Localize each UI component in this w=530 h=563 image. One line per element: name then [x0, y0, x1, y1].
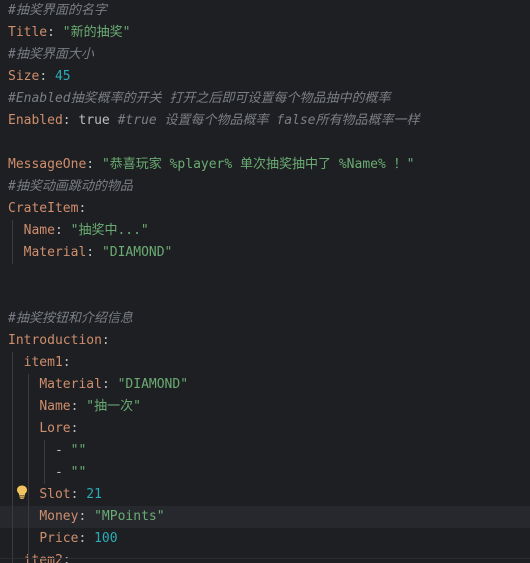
number-value: 21: [86, 487, 102, 502]
code-line[interactable]: - "": [8, 462, 530, 484]
yaml-key: Size: [8, 69, 40, 84]
code-line[interactable]: Name: "抽奖中...": [8, 220, 530, 242]
code-comment: #抽奖按钮和介绍信息: [8, 311, 133, 326]
yaml-key: Material: [39, 377, 102, 392]
code-text: :: [70, 487, 87, 502]
yaml-key: Money: [39, 509, 79, 524]
editor-gutter: [0, 0, 6, 563]
code-line[interactable]: item1:: [8, 352, 530, 374]
yaml-key: CrateItem: [8, 201, 79, 216]
yaml-key: Introduction: [8, 333, 102, 348]
code-line[interactable]: Size: 45: [8, 66, 530, 88]
code-line[interactable]: #抽奖界面的名字: [8, 0, 530, 22]
code-text: :: [54, 223, 71, 238]
code-line[interactable]: [8, 264, 530, 286]
yaml-key: Lore: [39, 421, 71, 436]
code-line[interactable]: Enabled: true #true 设置每个物品概率 false所有物品概率…: [8, 110, 530, 132]
code-comment: #true 设置每个物品概率 false所有物品概率一样: [117, 113, 420, 128]
string-value: "": [70, 443, 87, 458]
code-editor[interactable]: #抽奖界面的名字 Title: "新的抽奖" #抽奖界面大小 Size: 45 #Ena…: [0, 0, 530, 563]
yaml-key: MessageOne: [8, 157, 87, 172]
yaml-key: Title: [8, 25, 48, 40]
string-value: "抽一次": [86, 399, 141, 414]
boolean-value: true: [78, 113, 110, 128]
code-line[interactable]: - "": [8, 440, 530, 462]
indent-guide: [12, 220, 13, 264]
code-text: :: [39, 69, 55, 84]
yaml-key: Material: [23, 245, 87, 260]
code-line[interactable]: Material: "DIAMOND": [8, 242, 530, 264]
code-text: :: [70, 399, 87, 414]
code-lines[interactable]: #抽奖界面的名字 Title: "新的抽奖" #抽奖界面大小 Size: 45 #Ena…: [0, 0, 530, 563]
code-line[interactable]: Slot: 21: [8, 484, 530, 506]
yaml-key: Name: [39, 399, 71, 414]
code-line[interactable]: Name: "抽一次": [8, 396, 530, 418]
string-value: "MPoints": [94, 509, 165, 524]
code-text: :: [86, 245, 102, 260]
string-value: "DIAMOND": [117, 377, 189, 392]
code-line[interactable]: Money: "MPoints": [0, 506, 530, 528]
code-text: :: [101, 333, 110, 348]
lightbulb-icon[interactable]: [16, 485, 28, 499]
code-comment: #抽奖界面的名字: [8, 3, 107, 18]
code-comment: #抽奖界面大小: [8, 47, 94, 62]
code-text: :: [62, 113, 79, 128]
code-line[interactable]: Price: 100: [8, 528, 530, 550]
string-value: "": [70, 465, 87, 480]
code-text: :: [78, 531, 95, 546]
code-line[interactable]: CrateItem:: [8, 198, 530, 220]
string-value: "DIAMOND": [101, 245, 173, 260]
yaml-key: Enabled: [8, 113, 63, 128]
code-text: -: [8, 443, 71, 458]
code-text: -: [8, 465, 71, 480]
string-value: "新的抽奖": [62, 25, 131, 40]
code-line[interactable]: #Enabled抽奖概率的开关 打开之后即可设置每个物品抽中的概率: [8, 88, 530, 110]
string-value: "抽奖中...": [70, 223, 149, 238]
code-text: :: [78, 201, 87, 216]
code-line[interactable]: [8, 286, 530, 308]
code-line[interactable]: Lore:: [8, 418, 530, 440]
code-text: :: [70, 421, 79, 436]
yaml-key: item1: [23, 355, 63, 370]
code-line[interactable]: [8, 132, 530, 154]
code-text: :: [47, 25, 63, 40]
code-line[interactable]: item2:: [8, 550, 530, 563]
code-line[interactable]: #抽奖动画跳动的物品: [8, 176, 530, 198]
code-line[interactable]: Material: "DIAMOND": [8, 374, 530, 396]
editor-bottom-border: [0, 558, 530, 559]
indent-guide: [44, 440, 45, 484]
code-line[interactable]: Introduction:: [8, 330, 530, 352]
number-value: 45: [54, 69, 71, 84]
string-value: "恭喜玩家 %player% 单次抽奖抽中了 %Name% ！": [101, 157, 415, 172]
yaml-key: Name: [23, 223, 55, 238]
code-line[interactable]: MessageOne: "恭喜玩家 %player% 单次抽奖抽中了 %Name…: [8, 154, 530, 176]
yaml-key: Slot: [39, 487, 71, 502]
code-comment: #Enabled抽奖概率的开关 打开之后即可设置每个物品抽中的概率: [8, 91, 391, 106]
number-value: 100: [94, 531, 118, 546]
code-comment: #抽奖动画跳动的物品: [8, 179, 133, 194]
code-line[interactable]: #抽奖按钮和介绍信息: [8, 308, 530, 330]
code-line[interactable]: Title: "新的抽奖": [8, 22, 530, 44]
indent-guide: [28, 374, 29, 554]
code-line[interactable]: #抽奖界面大小: [8, 44, 530, 66]
indent-guide: [12, 352, 13, 563]
code-text: :: [78, 509, 95, 524]
code-text: :: [62, 355, 71, 370]
yaml-key: Price: [39, 531, 79, 546]
code-text: :: [86, 157, 102, 172]
code-text: :: [101, 377, 118, 392]
